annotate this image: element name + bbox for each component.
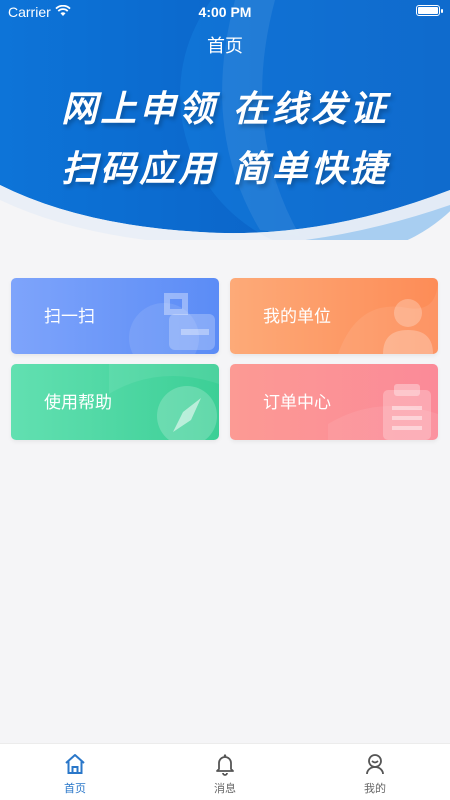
my-unit-card[interactable]: 我的单位 <box>230 278 438 354</box>
tab-messages-label: 消息 <box>214 782 236 795</box>
user-icon <box>363 752 387 776</box>
order-center-card-label: 订单中心 <box>263 393 331 413</box>
compass-icon <box>109 364 219 440</box>
page-title: 首页 <box>207 36 243 57</box>
tab-bar: 首页 消息 我的 <box>0 743 450 800</box>
scan-card[interactable]: 扫一扫 <box>11 278 219 354</box>
battery-icon <box>416 5 443 16</box>
tab-home-label: 首页 <box>64 782 86 795</box>
bell-icon <box>213 752 237 776</box>
clipboard-icon <box>328 384 438 440</box>
slogan-line-1: 网上申领 在线发证 <box>61 89 389 130</box>
status-bar: Carrier 4:00 PM <box>0 0 450 24</box>
tab-home[interactable]: 首页 <box>30 744 120 800</box>
help-card[interactable]: 使用帮助 <box>11 364 219 440</box>
my-unit-card-label: 我的单位 <box>263 307 331 327</box>
tab-mine-label: 我的 <box>364 782 386 795</box>
order-center-card[interactable]: 订单中心 <box>230 364 438 440</box>
home-icon <box>63 752 87 776</box>
tab-messages[interactable]: 消息 <box>180 744 270 800</box>
person-icon <box>338 278 438 354</box>
scan-card-label: 扫一扫 <box>44 307 95 327</box>
slogan-line-2: 扫码应用 简单快捷 <box>61 149 389 190</box>
tab-mine[interactable]: 我的 <box>330 744 420 800</box>
help-card-label: 使用帮助 <box>44 393 112 413</box>
scan-icon <box>129 293 215 354</box>
clock: 4:00 PM <box>198 4 252 20</box>
